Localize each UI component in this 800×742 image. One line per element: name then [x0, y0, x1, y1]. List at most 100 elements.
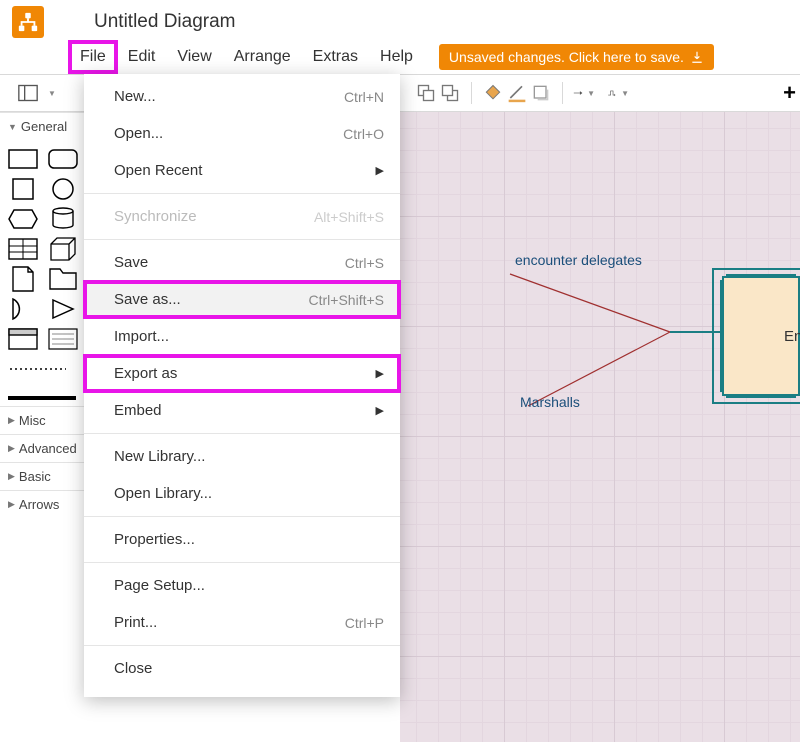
- caret-right-icon: ▶: [8, 499, 15, 510]
- menu-separator: [84, 562, 400, 563]
- submenu-arrow-icon: ▶: [376, 367, 384, 380]
- shape-card[interactable]: [8, 328, 38, 350]
- shape-cube[interactable]: [48, 238, 78, 260]
- menu-separator: [84, 645, 400, 646]
- shape-cylinder[interactable]: [48, 208, 78, 230]
- menu-item-shortcut: Ctrl+S: [345, 255, 384, 271]
- unsaved-changes-text: Unsaved changes. Click here to save.: [449, 49, 684, 65]
- menu-item-label: Save: [114, 254, 148, 271]
- menu-item-label: New Library...: [114, 448, 205, 465]
- submenu-arrow-icon: ▶: [376, 404, 384, 417]
- menu-item-label: Save as...: [114, 291, 181, 308]
- menu-item-shortcut: Alt+Shift+S: [314, 209, 384, 225]
- canvas-grid[interactable]: [400, 112, 800, 742]
- download-icon: [690, 50, 704, 64]
- shape-rounded-rectangle[interactable]: [48, 148, 78, 170]
- menu-separator: [84, 193, 400, 194]
- menu-item-properties[interactable]: Properties...: [84, 521, 400, 558]
- menu-item-embed[interactable]: Embed ▶: [84, 392, 400, 429]
- line-color-icon[interactable]: [506, 82, 528, 104]
- sidebar-section-arrows[interactable]: ▶ Arrows: [0, 490, 84, 518]
- shape-note[interactable]: [8, 268, 38, 290]
- caret-right-icon: ▶: [8, 443, 15, 454]
- unsaved-changes-banner[interactable]: Unsaved changes. Click here to save.: [439, 44, 714, 70]
- menu-item-label: Close: [114, 660, 152, 677]
- menu-file[interactable]: File: [70, 42, 116, 72]
- add-button[interactable]: +: [783, 80, 796, 106]
- menu-item-label: Open...: [114, 125, 163, 142]
- to-back-icon[interactable]: [439, 82, 461, 104]
- menu-item-page-setup[interactable]: Page Setup...: [84, 567, 400, 604]
- shadow-icon[interactable]: [530, 82, 552, 104]
- menu-item-shortcut: Ctrl+O: [343, 126, 384, 142]
- sidebar-section-label: General: [21, 119, 67, 134]
- menu-item-open-library[interactable]: Open Library...: [84, 475, 400, 512]
- shape-folder[interactable]: [48, 268, 78, 290]
- caret-right-icon: ▶: [8, 471, 15, 482]
- menu-item-save[interactable]: Save Ctrl+S: [84, 244, 400, 281]
- shape-triangle[interactable]: [48, 298, 78, 320]
- diagram-node[interactable]: En: [722, 276, 800, 396]
- menu-item-label: Embed: [114, 402, 162, 419]
- to-front-icon[interactable]: [415, 82, 437, 104]
- menu-separator: [84, 433, 400, 434]
- menu-separator: [84, 516, 400, 517]
- menu-item-shortcut: Ctrl+Shift+S: [309, 292, 384, 308]
- app-logo[interactable]: [12, 6, 44, 38]
- sidebar-section-basic[interactable]: ▶ Basic: [0, 462, 84, 490]
- sidebar-section-label: Advanced: [19, 441, 77, 456]
- edge-label-encounter[interactable]: encounter delegates: [515, 252, 642, 268]
- submenu-arrow-icon: ▶: [376, 164, 384, 177]
- menu-item-print[interactable]: Print... Ctrl+P: [84, 604, 400, 641]
- menu-separator: [84, 239, 400, 240]
- menu-item-open-recent[interactable]: Open Recent ▶: [84, 152, 400, 189]
- shape-rectangle[interactable]: [8, 148, 38, 170]
- shape-list[interactable]: [48, 328, 78, 350]
- menu-item-label: Properties...: [114, 531, 195, 548]
- file-menu-dropdown: New... Ctrl+N Open... Ctrl+O Open Recent…: [84, 74, 400, 697]
- menu-item-label: Synchronize: [114, 208, 197, 225]
- sidebar-section-general[interactable]: ▼ General: [0, 112, 84, 140]
- menu-item-save-as[interactable]: Save as... Ctrl+Shift+S: [84, 281, 400, 318]
- shape-hexagon[interactable]: [8, 208, 38, 230]
- menubar: File Edit View Arrange Extras Help Unsav…: [0, 40, 800, 74]
- toolbar-separator: [562, 82, 563, 104]
- shape-dashed-line[interactable]: [8, 358, 68, 380]
- sidebar-toggle-button[interactable]: [14, 79, 42, 107]
- sidebar-section-label: Arrows: [19, 497, 59, 512]
- canvas-area[interactable]: encounter delegates Marshalls En: [400, 112, 800, 742]
- document-title[interactable]: Untitled Diagram: [94, 11, 236, 33]
- sidebar-section-label: Basic: [19, 469, 51, 484]
- shape-half-circle[interactable]: [8, 298, 38, 320]
- menu-item-open[interactable]: Open... Ctrl+O: [84, 115, 400, 152]
- menu-item-export-as[interactable]: Export as ▶: [84, 355, 400, 392]
- shape-square[interactable]: [8, 178, 38, 200]
- menu-item-new[interactable]: New... Ctrl+N: [84, 78, 400, 115]
- menu-edit[interactable]: Edit: [118, 42, 166, 72]
- menu-item-import[interactable]: Import...: [84, 318, 400, 355]
- caret-down-icon: ▼: [8, 122, 17, 132]
- connection-style-icon[interactable]: ▼: [573, 82, 595, 104]
- sidebar-section-misc[interactable]: ▶ Misc: [0, 406, 84, 434]
- sidebar-divider: [8, 396, 76, 400]
- menu-view[interactable]: View: [167, 42, 221, 72]
- menu-item-label: Open Recent: [114, 162, 202, 179]
- fill-color-icon[interactable]: [482, 82, 504, 104]
- menu-help[interactable]: Help: [370, 42, 423, 72]
- menu-item-shortcut: Ctrl+P: [345, 615, 384, 631]
- caret-right-icon: ▶: [8, 415, 15, 426]
- dropdown-caret-icon[interactable]: ▼: [48, 89, 56, 98]
- shape-table[interactable]: [8, 238, 38, 260]
- menu-arrange[interactable]: Arrange: [224, 42, 301, 72]
- menu-item-shortcut: Ctrl+N: [344, 89, 384, 105]
- menu-extras[interactable]: Extras: [303, 42, 368, 72]
- shape-circle[interactable]: [48, 178, 78, 200]
- menu-item-label: Open Library...: [114, 485, 212, 502]
- toolbar-separator: [471, 82, 472, 104]
- sidebar-section-advanced[interactable]: ▶ Advanced: [0, 434, 84, 462]
- edge-label-marshalls[interactable]: Marshalls: [520, 394, 580, 410]
- menu-item-new-library[interactable]: New Library...: [84, 438, 400, 475]
- menu-item-label: Export as: [114, 365, 177, 382]
- waypoint-style-icon[interactable]: ▼: [607, 82, 629, 104]
- menu-item-close[interactable]: Close: [84, 650, 400, 687]
